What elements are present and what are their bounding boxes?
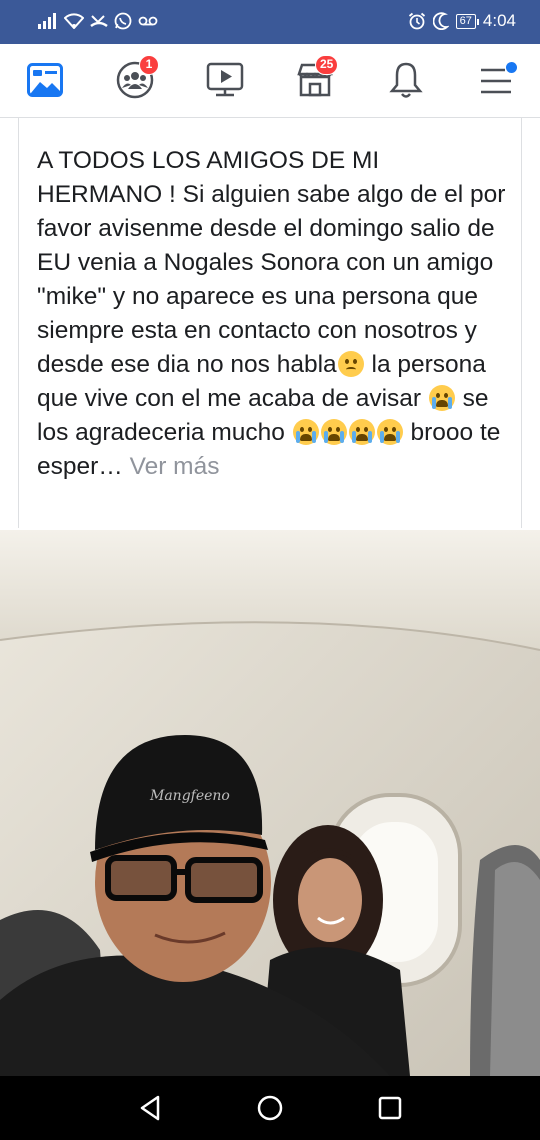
loudly-crying-face-emoji [428, 385, 455, 411]
moon-icon [432, 12, 449, 30]
photo-selfie-airplane: Mangfeeno [0, 530, 540, 1076]
post-text[interactable]: A TODOS LOS AMIGOS DE MI HERMANO ! Si al… [37, 144, 507, 484]
back-button[interactable] [134, 1092, 166, 1124]
bell-icon [389, 62, 423, 98]
whatsapp-icon [114, 12, 132, 30]
status-icons-right: 67 4:04 [408, 11, 516, 31]
wifi-icon [64, 13, 84, 29]
marketplace-badge: 25 [315, 55, 339, 75]
nav-groups[interactable]: 1 [115, 55, 159, 100]
battery-indicator: 67 [455, 13, 480, 29]
signal-icon [38, 13, 56, 29]
post-card: A TODOS LOS AMIGOS DE MI HERMANO ! Si al… [18, 118, 522, 528]
home-button[interactable] [254, 1092, 286, 1124]
loudly-crying-face-emoji [376, 419, 403, 445]
home-icon [257, 1095, 283, 1121]
recents-icon [378, 1096, 402, 1120]
worried-face-emoji [337, 351, 364, 377]
voicemail-icon [138, 16, 158, 26]
loudly-crying-face-emoji [348, 419, 375, 445]
nav-watch[interactable] [205, 60, 245, 100]
status-time: 4:04 [482, 11, 516, 30]
loudly-crying-face-emoji [292, 419, 319, 445]
missed-call-icon [90, 15, 108, 28]
cap-logo-text: Mangfeeno [149, 788, 230, 804]
back-icon [140, 1095, 160, 1121]
nav-marketplace[interactable]: 25 [295, 55, 339, 100]
status-icons-left [38, 12, 158, 30]
news-feed-icon [27, 63, 63, 97]
see-more-link[interactable]: Ver más [130, 453, 220, 480]
nav-notifications[interactable] [386, 60, 426, 100]
loudly-crying-face-emoji [320, 419, 347, 445]
groups-badge: 1 [139, 55, 159, 75]
nav-news-feed[interactable] [25, 60, 65, 100]
status-bar: 67 4:04 [0, 0, 540, 44]
recents-button[interactable] [374, 1092, 406, 1124]
post-photo[interactable]: Mangfeeno [0, 530, 540, 1076]
menu-notification-dot [506, 62, 517, 73]
watch-icon [206, 62, 244, 97]
nav-menu[interactable] [476, 60, 517, 100]
system-navigation-bar [0, 1076, 540, 1140]
top-navigation: 1 25 [0, 44, 540, 118]
post-text-part-1: A TODOS LOS AMIGOS DE MI HERMANO ! Si al… [37, 147, 506, 378]
alarm-icon [408, 12, 425, 30]
